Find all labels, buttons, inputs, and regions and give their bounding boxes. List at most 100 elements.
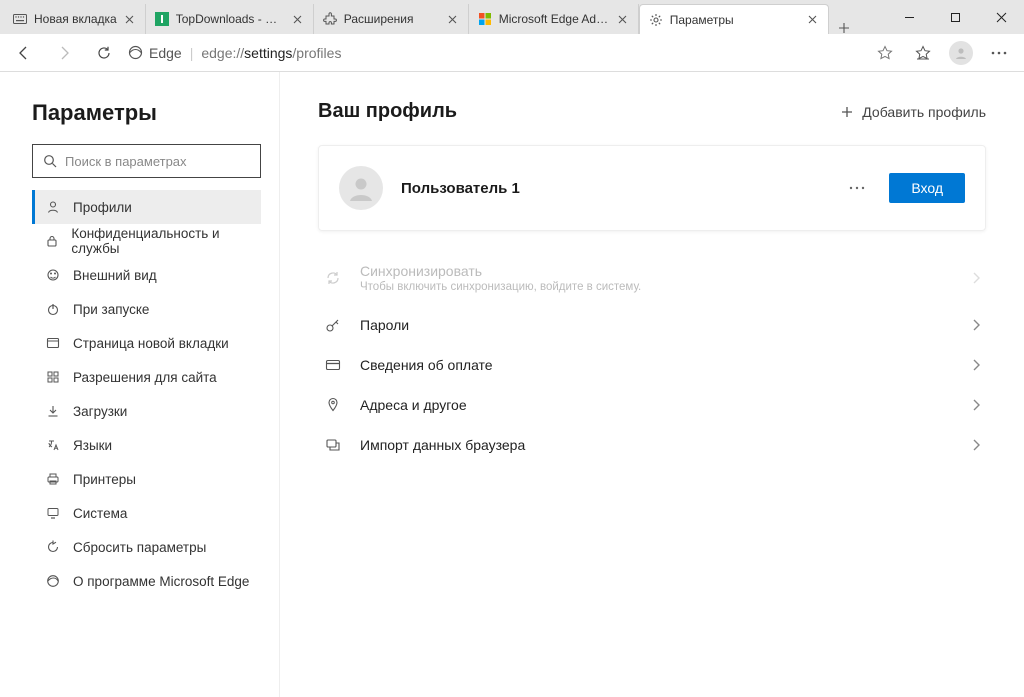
import-icon [324, 437, 342, 453]
system-icon [45, 505, 61, 521]
nav-system[interactable]: Система [32, 496, 261, 530]
nav-label: Принтеры [73, 472, 136, 487]
close-icon[interactable] [123, 12, 137, 26]
pin-icon [324, 397, 342, 413]
forward-button[interactable] [48, 37, 80, 69]
chevron-right-icon [972, 359, 980, 371]
tab-3[interactable]: Microsoft Edge Addons [469, 4, 639, 34]
avatar-icon [949, 41, 973, 65]
nav-privacy[interactable]: Конфиденциальность и службы [32, 224, 261, 258]
languages-icon [45, 437, 61, 453]
row-sublabel: Чтобы включить синхронизацию, войдите в … [360, 281, 954, 293]
edge-icon [128, 45, 143, 60]
settings-search[interactable] [32, 144, 261, 178]
tab-title: Microsoft Edge Addons [499, 12, 610, 26]
settings-nav: Профили Конфиденциальность и службы Внеш… [32, 190, 261, 598]
settings-search-input[interactable] [65, 154, 250, 169]
maximize-button[interactable] [932, 0, 978, 34]
settings-title: Параметры [32, 100, 261, 126]
site-identity-label: Edge [149, 45, 182, 61]
close-window-button[interactable] [978, 0, 1024, 34]
tab-title: Параметры [670, 13, 800, 27]
close-icon[interactable] [446, 12, 460, 26]
titlebar: Новая вкладка TopDownloads - Самые п Рас… [0, 0, 1024, 34]
puzzle-icon [322, 11, 338, 27]
lock-icon [45, 233, 59, 249]
nav-newtab-page[interactable]: Страница новой вкладки [32, 326, 261, 360]
favorite-star-button[interactable] [868, 36, 902, 70]
add-profile-label: Добавить профиль [862, 104, 986, 120]
profile-name: Пользователь 1 [401, 180, 825, 197]
tab-4[interactable]: Параметры [639, 4, 829, 34]
row-import[interactable]: Импорт данных браузера [318, 425, 986, 465]
tab-title: Расширения [344, 12, 440, 26]
nav-downloads[interactable]: Загрузки [32, 394, 261, 428]
person-icon [45, 199, 61, 215]
nav-languages[interactable]: Языки [32, 428, 261, 462]
signin-button[interactable]: Вход [889, 173, 965, 203]
edge-icon [45, 573, 61, 589]
chevron-right-icon [972, 272, 980, 284]
nav-label: Страница новой вкладки [73, 336, 229, 351]
close-icon[interactable] [291, 12, 305, 26]
download-icon [45, 403, 61, 419]
row-label: Сведения об оплате [360, 357, 954, 373]
nav-label: О программе Microsoft Edge [73, 574, 249, 589]
profile-card: Пользователь 1 Вход [318, 145, 986, 231]
back-button[interactable] [8, 37, 40, 69]
nav-profiles[interactable]: Профили [32, 190, 261, 224]
site-identity: Edge [128, 45, 182, 61]
tab-title: Новая вкладка [34, 12, 117, 26]
nav-label: Профили [73, 200, 132, 215]
content: Параметры Профили Конфиденциальность и с… [0, 72, 1024, 697]
nav-printers[interactable]: Принтеры [32, 462, 261, 496]
nav-reset[interactable]: Сбросить параметры [32, 530, 261, 564]
newtab-icon [45, 335, 61, 351]
green-square-icon [154, 11, 170, 27]
profile-rows: Синхронизировать Чтобы включить синхрони… [318, 251, 986, 465]
nav-appearance[interactable]: Внешний вид [32, 258, 261, 292]
row-payment[interactable]: Сведения об оплате [318, 345, 986, 385]
more-menu-button[interactable] [982, 36, 1016, 70]
tab-0[interactable]: Новая вкладка [4, 4, 146, 34]
nav-about[interactable]: О программе Microsoft Edge [32, 564, 261, 598]
address-bar[interactable]: Edge | edge://settings/profiles [128, 45, 860, 61]
profile-more-button[interactable] [843, 180, 871, 196]
row-passwords[interactable]: Пароли [318, 305, 986, 345]
refresh-button[interactable] [88, 37, 120, 69]
new-tab-button[interactable] [829, 22, 859, 34]
search-icon [43, 154, 57, 168]
settings-main: Ваш профиль Добавить профиль Пользовател… [280, 72, 1024, 697]
close-icon[interactable] [806, 13, 820, 27]
card-icon [324, 357, 342, 373]
power-icon [45, 301, 61, 317]
window-controls [886, 0, 1024, 34]
profile-avatar-button[interactable] [944, 36, 978, 70]
tab-2[interactable]: Расширения [314, 4, 469, 34]
chevron-right-icon [972, 439, 980, 451]
favorites-button[interactable] [906, 36, 940, 70]
sync-icon [324, 270, 342, 286]
chevron-right-icon [972, 319, 980, 331]
close-icon[interactable] [616, 12, 630, 26]
main-header: Ваш профиль Добавить профиль [318, 100, 986, 123]
tab-strip: Новая вкладка TopDownloads - Самые п Рас… [0, 0, 886, 34]
tab-1[interactable]: TopDownloads - Самые п [146, 4, 314, 34]
row-sync: Синхронизировать Чтобы включить синхрони… [318, 251, 986, 305]
page-title: Ваш профиль [318, 100, 457, 123]
nav-label: Загрузки [73, 404, 127, 419]
nav-permissions[interactable]: Разрешения для сайта [32, 360, 261, 394]
reset-icon [45, 539, 61, 555]
plus-icon [840, 105, 854, 119]
row-addresses[interactable]: Адреса и другое [318, 385, 986, 425]
nav-startup[interactable]: При запуске [32, 292, 261, 326]
nav-label: При запуске [73, 302, 149, 317]
divider: | [190, 45, 194, 61]
printer-icon [45, 471, 61, 487]
nav-label: Языки [73, 438, 112, 453]
permissions-icon [45, 369, 61, 385]
minimize-button[interactable] [886, 0, 932, 34]
avatar-icon [339, 166, 383, 210]
add-profile-button[interactable]: Добавить профиль [840, 104, 986, 120]
url-text: edge://settings/profiles [201, 45, 341, 61]
